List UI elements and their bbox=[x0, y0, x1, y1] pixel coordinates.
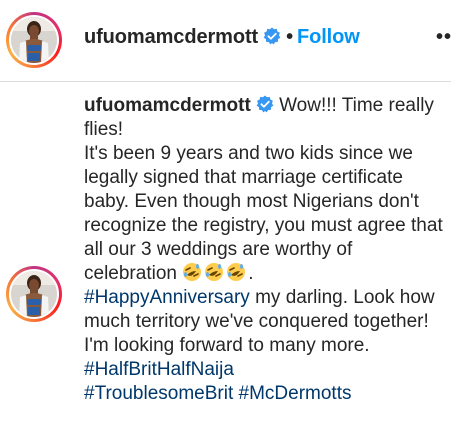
avatar-photo bbox=[11, 271, 57, 317]
caption-username[interactable]: ufuomamcdermott bbox=[84, 95, 251, 116]
avatar-photo bbox=[11, 17, 57, 63]
verified-badge-icon bbox=[263, 27, 281, 45]
comment-avatar[interactable] bbox=[6, 266, 62, 322]
caption-line-2: It's been 9 years and two kids since we … bbox=[84, 143, 443, 284]
header-username[interactable]: ufuomamcdermott bbox=[84, 26, 258, 48]
rolling-on-floor-laughing-emoji-icon bbox=[183, 263, 202, 281]
profile-avatar[interactable] bbox=[6, 12, 62, 68]
more-options-icon[interactable]: •• bbox=[436, 26, 451, 49]
verified-badge-icon bbox=[256, 95, 274, 113]
hashtag-halfbrithalfnaija[interactable]: #HalfBritHalfNaija bbox=[84, 359, 234, 380]
separator-dot: • bbox=[286, 26, 293, 48]
hashtag-troublesomebrit[interactable]: #TroublesomeBrit bbox=[84, 383, 233, 404]
caption-period: . bbox=[248, 263, 254, 284]
rolling-on-floor-laughing-emoji-icon bbox=[205, 263, 224, 281]
rolling-on-floor-laughing-emoji-icon bbox=[227, 263, 246, 281]
hashtag-mcdermotts[interactable]: #McDermotts bbox=[239, 383, 352, 404]
hashtag-happyanniversary[interactable]: #HappyAnniversary bbox=[84, 287, 250, 308]
post-header: ufuomamcdermott • Follow •• bbox=[0, 0, 451, 82]
follow-button[interactable]: Follow bbox=[297, 26, 360, 48]
caption-text: ufuomamcdermott Wow!!! Time really flies… bbox=[84, 94, 446, 406]
header-username-row: ufuomamcdermott • Follow bbox=[84, 26, 360, 49]
